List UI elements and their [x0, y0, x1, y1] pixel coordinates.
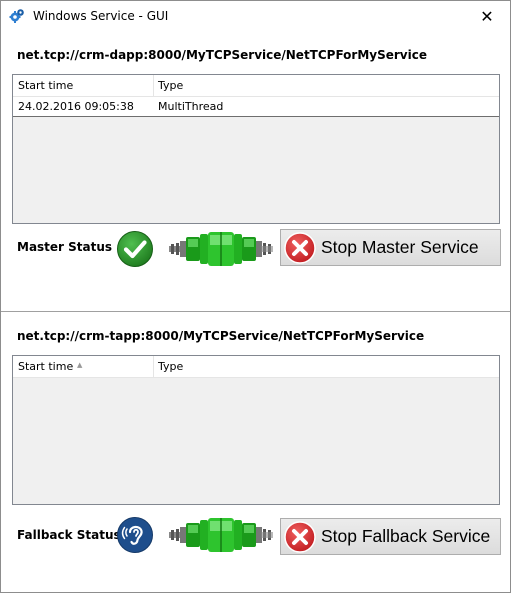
- master-endpoint: net.tcp://crm-dapp:8000/MyTCPService/Net…: [17, 48, 427, 62]
- cell-type: MultiThread: [158, 100, 224, 113]
- master-status-label: Master Status: [17, 240, 113, 254]
- fallback-section: net.tcp://crm-tapp:8000/MyTCPService/Net…: [1, 312, 510, 592]
- checkmark-icon: [117, 231, 153, 267]
- title-bar[interactable]: Windows Service - GUI ✕: [1, 1, 510, 31]
- window-title: Windows Service - GUI: [33, 9, 169, 23]
- column-header-start-time[interactable]: ▲ Start time: [13, 356, 154, 378]
- stop-icon: [284, 520, 316, 553]
- master-section: net.tcp://crm-dapp:8000/MyTCPService/Net…: [1, 31, 510, 311]
- close-icon: ✕: [480, 6, 494, 26]
- master-list-header: Start time Type: [13, 75, 499, 97]
- gear-icon: [9, 9, 24, 23]
- stop-fallback-service-label: Stop Fallback Service: [321, 526, 491, 546]
- table-row[interactable]: 24.02.2016 09:05:38 MultiThread: [13, 97, 499, 117]
- app-window: Windows Service - GUI ✕ net.tcp://crm-da…: [0, 0, 511, 593]
- master-listview[interactable]: Start time Type 24.02.2016 09:05:38 Mult…: [12, 74, 500, 224]
- stop-master-service-label: Stop Master Service: [321, 237, 479, 257]
- close-button[interactable]: ✕: [464, 1, 510, 31]
- sort-ascending-icon: ▲: [77, 361, 83, 369]
- stop-fallback-service-button[interactable]: Stop Fallback Service: [280, 518, 501, 555]
- ear-icon: [117, 517, 153, 553]
- column-header-type[interactable]: Type: [154, 75, 499, 97]
- column-header-type[interactable]: Type: [154, 356, 499, 378]
- cell-start-time: 24.02.2016 09:05:38: [18, 100, 134, 113]
- fallback-list-header: ▲ Start time Type: [13, 356, 499, 378]
- fallback-listview[interactable]: ▲ Start time Type: [12, 355, 500, 505]
- stop-master-service-button[interactable]: Stop Master Service: [280, 229, 501, 266]
- column-header-start-time-label: Start time: [18, 360, 74, 373]
- fallback-endpoint: net.tcp://crm-tapp:8000/MyTCPService/Net…: [17, 329, 425, 343]
- stop-icon: [284, 231, 316, 264]
- column-header-start-time[interactable]: Start time: [13, 75, 154, 97]
- fallback-status-label: Fallback Status: [17, 528, 121, 542]
- connector-icon: [169, 232, 273, 266]
- connector-icon: [169, 518, 273, 552]
